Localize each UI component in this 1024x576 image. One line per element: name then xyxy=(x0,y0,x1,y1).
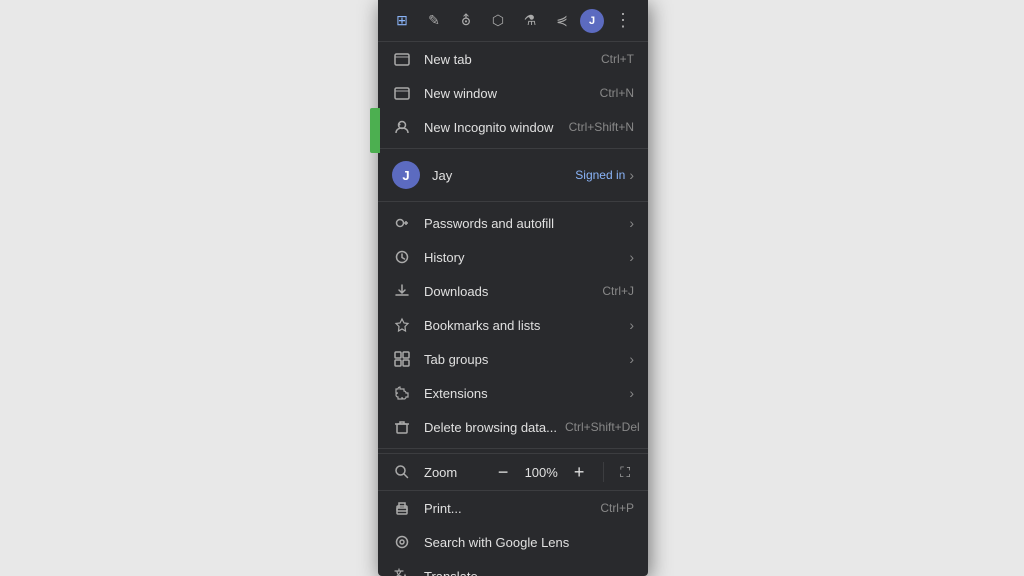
history-icon xyxy=(392,247,412,267)
incognito-icon xyxy=(392,117,412,137)
passwords-icon xyxy=(392,213,412,233)
zoom-value: 100% xyxy=(523,465,559,480)
profile-name: Jay xyxy=(432,168,575,183)
new-tab-label: New tab xyxy=(424,52,593,67)
shield-icon[interactable]: ⛢ xyxy=(452,7,480,35)
translate-label: Translate... xyxy=(424,569,634,576)
new-window-icon xyxy=(392,83,412,103)
toolbar-row: ⊞ ✎ ⛢ ⬡ ⚗ ⋞ J ⋮ xyxy=(378,0,648,42)
incognito-label: New Incognito window xyxy=(424,120,561,135)
more-options-icon[interactable]: ⋮ xyxy=(608,6,638,35)
grid-icon[interactable]: ⋞ xyxy=(548,7,576,35)
page-background: ⊞ ✎ ⛢ ⬡ ⚗ ⋞ J ⋮ New tab Ctrl+T xyxy=(0,0,1024,576)
new-tab-icon xyxy=(392,49,412,69)
bookmarks-arrow-icon: › xyxy=(629,317,634,333)
extensions-arrow-icon: › xyxy=(629,385,634,401)
green-tab-indicator xyxy=(370,108,380,153)
menu-item-print[interactable]: Print... Ctrl+P xyxy=(378,491,648,525)
new-window-label: New window xyxy=(424,86,592,101)
tab-groups-arrow-icon: › xyxy=(629,351,634,367)
avatar: J xyxy=(392,161,420,189)
passwords-label: Passwords and autofill xyxy=(424,216,621,231)
zoom-divider xyxy=(603,462,604,482)
menu-item-passwords[interactable]: Passwords and autofill › xyxy=(378,206,648,240)
menu-item-bookmarks[interactable]: Bookmarks and lists › xyxy=(378,308,648,342)
tab-groups-icon xyxy=(392,349,412,369)
menu-item-new-tab[interactable]: New tab Ctrl+T xyxy=(378,42,648,76)
menu-item-tab-groups[interactable]: Tab groups › xyxy=(378,342,648,376)
delete-browsing-label: Delete browsing data... xyxy=(424,420,557,435)
menu-item-history[interactable]: History › xyxy=(378,240,648,274)
new-window-shortcut: Ctrl+N xyxy=(600,86,634,100)
menu-item-downloads[interactable]: Downloads Ctrl+J xyxy=(378,274,648,308)
fullscreen-button[interactable]: ⛶ xyxy=(616,462,634,483)
flask-icon[interactable]: ⚗ xyxy=(516,7,544,35)
extensions-menu-icon xyxy=(392,383,412,403)
profile-avatar-icon[interactable]: J xyxy=(580,9,604,33)
divider-1 xyxy=(378,148,648,149)
tab-groups-label: Tab groups xyxy=(424,352,621,367)
google-lens-label: Search with Google Lens xyxy=(424,535,634,550)
menu-item-translate[interactable]: Translate... xyxy=(378,559,648,576)
zoom-controls: − 100% + ⛶ xyxy=(491,460,634,484)
zoom-icon xyxy=(392,462,412,482)
extensions-label: Extensions xyxy=(424,386,621,401)
menu-item-new-window[interactable]: New window Ctrl+N xyxy=(378,76,648,110)
delete-browsing-shortcut: Ctrl+Shift+Del xyxy=(565,420,640,434)
chrome-menu: ⊞ ✎ ⛢ ⬡ ⚗ ⋞ J ⋮ New tab Ctrl+T xyxy=(378,0,648,576)
zoom-row: Zoom − 100% + ⛶ xyxy=(378,453,648,491)
zoom-out-button[interactable]: − xyxy=(491,460,515,484)
menu-items-container: New tab Ctrl+T New window Ctrl+N xyxy=(378,42,648,576)
translate-menu-icon xyxy=(392,566,412,576)
puzzle-icon[interactable]: ⬡ xyxy=(484,7,512,35)
zoom-label: Zoom xyxy=(424,465,491,480)
downloads-icon xyxy=(392,281,412,301)
profile-item[interactable]: J Jay Signed in › xyxy=(378,153,648,197)
bookmarks-label: Bookmarks and lists xyxy=(424,318,621,333)
passwords-arrow-icon: › xyxy=(629,215,634,231)
delete-browsing-icon xyxy=(392,417,412,437)
new-tab-shortcut: Ctrl+T xyxy=(601,52,634,66)
google-lens-icon xyxy=(392,532,412,552)
divider-3 xyxy=(378,448,648,449)
print-label: Print... xyxy=(424,501,592,516)
downloads-label: Downloads xyxy=(424,284,594,299)
pen-icon[interactable]: ✎ xyxy=(420,7,448,35)
history-label: History xyxy=(424,250,621,265)
zoom-in-button[interactable]: + xyxy=(567,460,591,484)
menu-item-google-lens[interactable]: Search with Google Lens xyxy=(378,525,648,559)
history-arrow-icon: › xyxy=(629,249,634,265)
print-icon xyxy=(392,498,412,518)
extensions-icon[interactable]: ⊞ xyxy=(388,7,416,35)
menu-item-extensions[interactable]: Extensions › xyxy=(378,376,648,410)
menu-item-incognito[interactable]: New Incognito window Ctrl+Shift+N xyxy=(378,110,648,144)
print-shortcut: Ctrl+P xyxy=(600,501,634,515)
signed-in-label: Signed in xyxy=(575,168,625,182)
bookmarks-icon xyxy=(392,315,412,335)
profile-arrow-icon: › xyxy=(629,167,634,183)
incognito-shortcut: Ctrl+Shift+N xyxy=(569,120,634,134)
divider-2 xyxy=(378,201,648,202)
downloads-shortcut: Ctrl+J xyxy=(602,284,634,298)
menu-item-delete-browsing[interactable]: Delete browsing data... Ctrl+Shift+Del xyxy=(378,410,648,444)
